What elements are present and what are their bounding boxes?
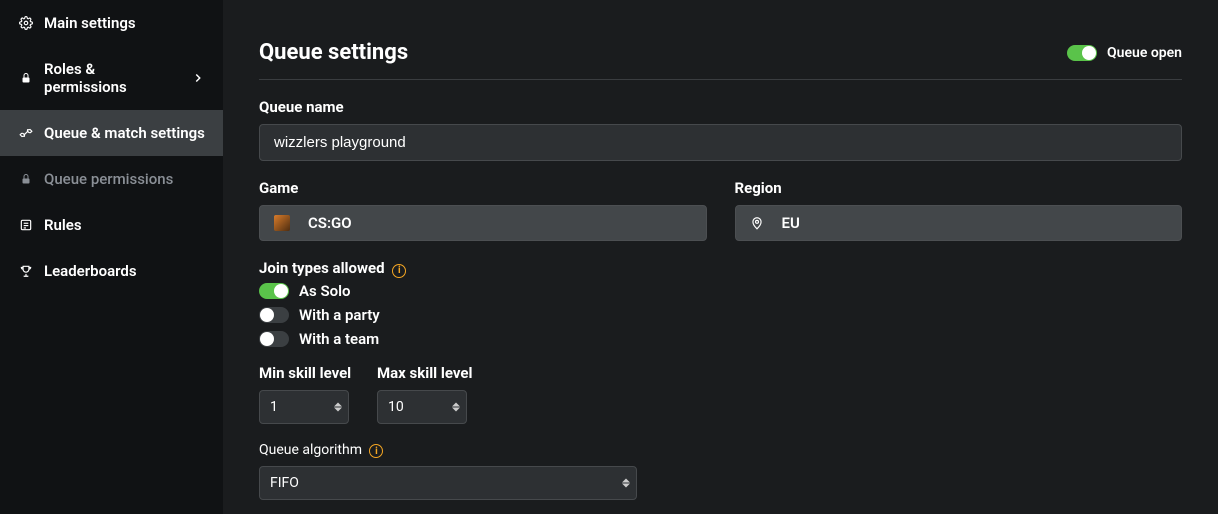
min-skill-select[interactable]: 1 [259,390,349,424]
lock-icon [18,70,34,86]
max-skill-value: 10 [388,399,404,415]
lock-icon [18,171,34,187]
max-skill-label: Max skill level [377,364,467,382]
csgo-icon [274,215,290,231]
solo-toggle[interactable] [259,283,289,299]
region-value: EU [782,214,800,232]
algorithm-select[interactable]: FIFO [259,466,637,500]
team-toggle[interactable] [259,331,289,347]
sidebar-item-label: Queue permissions [44,170,173,188]
sidebar-item-leaderboards[interactable]: Leaderboards [0,248,223,294]
stepper-icon [334,402,342,411]
sidebar-item-label: Queue & match settings [44,124,205,142]
queue-open-label: Queue open [1107,45,1182,61]
min-skill-value: 1 [270,399,278,415]
sidebar-item-label: Leaderboards [44,262,137,280]
sidebar-item-main-settings[interactable]: Main settings [0,0,223,46]
page-title: Queue settings [259,40,408,65]
max-skill-field: Max skill level 10 [377,364,467,424]
queue-open-control: Queue open [1067,45,1182,61]
list-icon [18,217,34,233]
region-field: Region EU [735,179,1183,241]
queue-open-toggle[interactable] [1067,45,1097,61]
page-header: Queue settings Queue open [259,40,1182,80]
join-types-field: Join types allowed i [259,259,1182,278]
join-types-label: Join types allowed i [259,259,1182,278]
algorithm-field: Queue algorithm i FIFO [259,442,637,501]
info-icon[interactable]: i [392,264,406,278]
queue-name-label: Queue name [259,98,1182,116]
sidebar-item-label: Rules [44,216,82,234]
region-select[interactable]: EU [735,205,1183,241]
sidebar-item-label: Main settings [44,14,136,32]
solo-label: As Solo [299,282,350,300]
sidebar-item-roles-permissions[interactable]: Roles & permissions [0,46,223,110]
queue-name-input[interactable] [259,124,1182,161]
team-label: With a team [299,330,379,348]
stepper-icon [622,479,630,488]
tools-icon [18,125,34,141]
sidebar: Main settings Roles & permissions Queue … [0,0,223,514]
sidebar-item-rules[interactable]: Rules [0,202,223,248]
chevron-right-icon [191,71,205,85]
game-label: Game [259,179,707,197]
main-content: Queue settings Queue open Queue name Gam… [223,0,1218,514]
sidebar-item-label: Roles & permissions [44,60,181,96]
pin-icon [750,216,764,230]
algorithm-label: Queue algorithm i [259,442,637,459]
join-type-party: With a party [259,306,1182,324]
party-toggle[interactable] [259,307,289,323]
game-select[interactable]: CS:GO [259,205,707,241]
min-skill-field: Min skill level 1 [259,364,349,424]
algorithm-value: FIFO [270,475,299,491]
region-label: Region [735,179,1183,197]
game-field: Game CS:GO [259,179,707,241]
queue-name-field: Queue name [259,98,1182,161]
info-icon[interactable]: i [369,444,383,458]
sidebar-item-queue-match-settings[interactable]: Queue & match settings [0,110,223,156]
join-type-team: With a team [259,330,1182,348]
trophy-icon [18,263,34,279]
sidebar-item-queue-permissions[interactable]: Queue permissions [0,156,223,202]
gear-icon [18,15,34,31]
game-value: CS:GO [308,214,352,232]
max-skill-select[interactable]: 10 [377,390,467,424]
join-type-solo: As Solo [259,282,1182,300]
stepper-icon [452,402,460,411]
party-label: With a party [299,306,380,324]
min-skill-label: Min skill level [259,364,349,382]
